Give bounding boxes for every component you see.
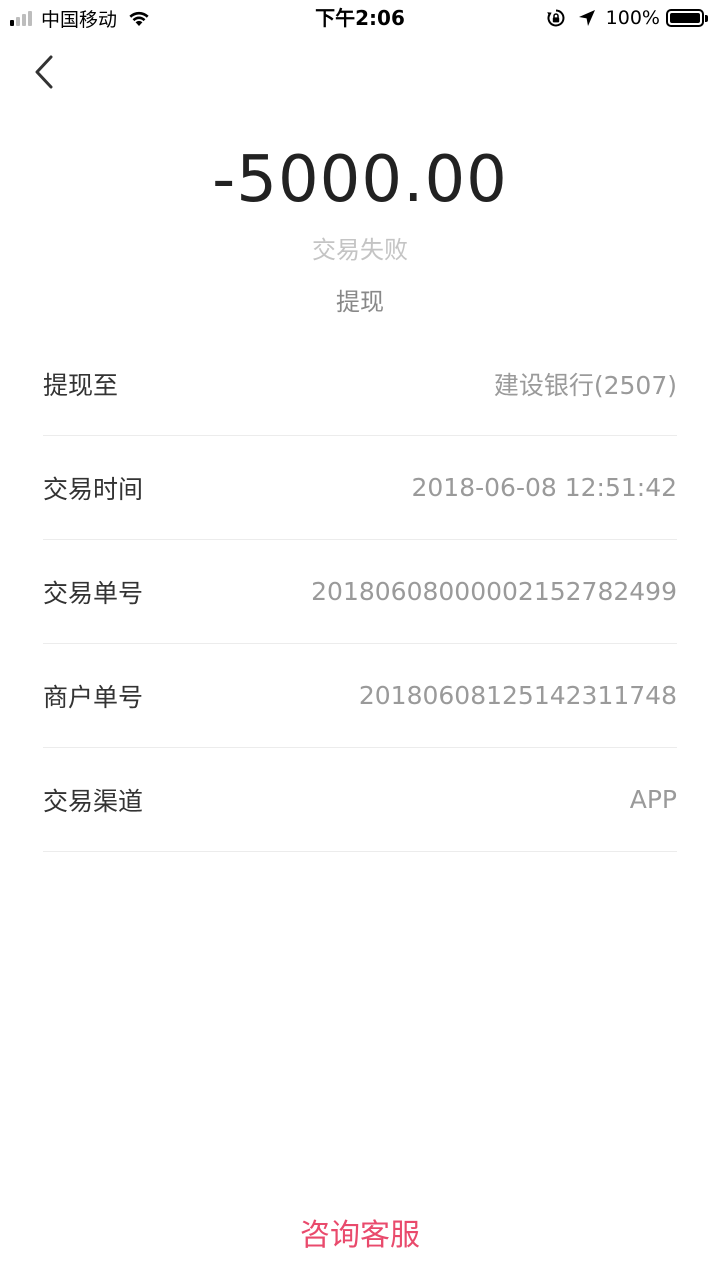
detail-label: 商户单号 [43, 682, 144, 712]
status-bar-right: 100% [546, 6, 710, 30]
status-bar: 中国移动 下午2:06 100% [0, 0, 720, 36]
detail-row-merchant-id: 商户单号 20180608125142311748 [43, 644, 677, 748]
detail-value: 建设银行(2507) [493, 370, 677, 400]
chevron-left-icon [35, 55, 53, 89]
battery-fill [670, 13, 700, 23]
battery-percent: 100% [605, 7, 660, 29]
detail-row-withdraw-to: 提现至 建设银行(2507) [43, 332, 677, 436]
battery-icon [666, 8, 710, 28]
back-button[interactable] [22, 50, 66, 94]
detail-row-channel: 交易渠道 APP [43, 748, 677, 852]
customer-service-button[interactable]: 咨询客服 [260, 1212, 460, 1260]
detail-row-transaction-id: 交易单号 20180608000002152782499 [43, 540, 677, 644]
detail-label: 交易时间 [43, 474, 144, 504]
detail-label: 提现至 [43, 370, 119, 400]
rotation-lock-icon [546, 9, 565, 27]
detail-value: APP [629, 785, 677, 814]
detail-label: 交易单号 [43, 578, 144, 608]
transaction-type: 提现 [336, 288, 384, 316]
transaction-status: 交易失败 [312, 236, 408, 264]
transaction-amount: -5000.00 [212, 143, 508, 217]
detail-value: 20180608000002152782499 [311, 577, 677, 606]
detail-value: 2018-06-08 12:51:42 [411, 473, 677, 502]
detail-label: 交易渠道 [43, 786, 144, 816]
location-icon [578, 10, 595, 26]
detail-value: 20180608125142311748 [358, 681, 677, 710]
transaction-details: 提现至 建设银行(2507) 交易时间 2018-06-08 12:51:42 … [43, 332, 677, 852]
detail-row-time: 交易时间 2018-06-08 12:51:42 [43, 436, 677, 540]
